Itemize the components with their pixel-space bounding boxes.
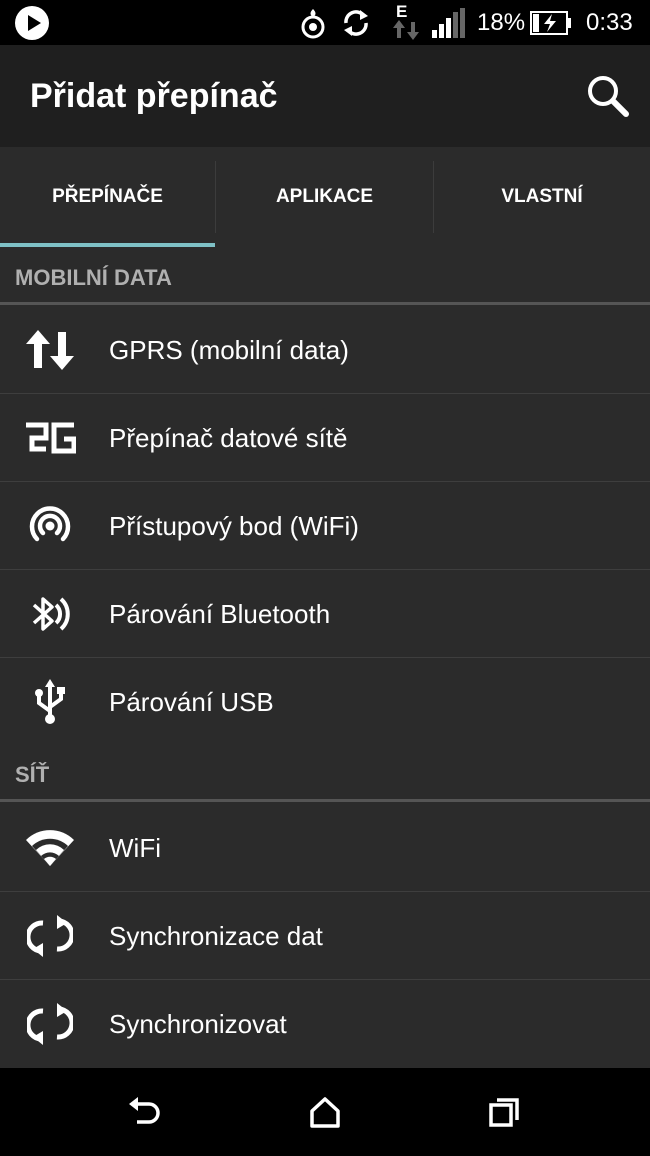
battery-percent: 18% <box>477 8 526 36</box>
selected-tab-indicator <box>0 243 215 247</box>
section-divider <box>0 799 650 802</box>
clock: 0:33 <box>586 8 633 36</box>
recents-icon <box>489 1098 519 1127</box>
list-item-gprs[interactable]: GPRS (mobilní data) <box>0 306 650 394</box>
list-item-label: Synchronizace dat <box>109 921 323 951</box>
recents-button[interactable] <box>481 1088 529 1136</box>
bluetooth-tethering-icon <box>22 590 78 638</box>
tab-label: PŘEPÍNAČE <box>52 186 163 207</box>
list-item-bluetooth-tethering[interactable]: Párování Bluetooth <box>0 570 650 658</box>
data-arrows-icon <box>22 326 78 374</box>
signal-icon <box>432 0 468 45</box>
home-button[interactable] <box>301 1088 349 1136</box>
list-item-label: Přepínač datové sítě <box>109 423 348 453</box>
list-item-label: GPRS (mobilní data) <box>109 335 349 365</box>
2g-icon <box>22 414 78 462</box>
section-title: MOBILNÍ DATA <box>15 265 172 290</box>
battery-charging-icon <box>530 0 572 45</box>
tab-label: APLIKACE <box>275 186 374 207</box>
navigation-bar <box>0 1068 650 1156</box>
back-button[interactable] <box>121 1088 169 1136</box>
list-item-usb[interactable]: Párování USB <box>0 658 650 746</box>
back-icon <box>129 1097 160 1124</box>
notification-icon <box>300 0 326 45</box>
list-item-label: Synchronizovat <box>109 1009 287 1039</box>
wifi-icon <box>22 824 78 872</box>
section-header-mobile-data: MOBILNÍ DATA <box>0 250 650 305</box>
search-icon <box>588 76 629 117</box>
list-item-label: Párování USB <box>109 687 274 717</box>
list-item-label: Párování Bluetooth <box>109 599 331 629</box>
usb-icon <box>22 678 78 726</box>
list-item-label: Přístupový bod (WiFi) <box>109 511 359 541</box>
sync-icon <box>22 1000 78 1048</box>
tab-vlastni[interactable]: VLASTNÍ <box>434 147 650 247</box>
tab-aplikace[interactable]: APLIKACE <box>216 147 433 247</box>
home-icon <box>310 1097 340 1128</box>
search-button[interactable] <box>584 72 632 120</box>
page-title: Přidat přepínač <box>30 77 278 115</box>
list-item-data-sync[interactable]: Synchronizace dat <box>0 892 650 980</box>
sync-icon <box>22 912 78 960</box>
list-item-hotspot[interactable]: Přístupový bod (WiFi) <box>0 482 650 570</box>
status-bar: E 18% 0:33 <box>0 0 650 45</box>
app-bar: Přidat přepínač <box>0 45 650 147</box>
network-type-indicator: E <box>390 0 420 45</box>
list-item-label: WiFi <box>109 833 161 863</box>
tab-bar: PŘEPÍNAČE APLIKACE VLASTNÍ <box>0 147 650 247</box>
list-item-wifi[interactable]: WiFi <box>0 804 650 892</box>
section-title: SÍŤ <box>15 762 50 787</box>
list-item-data-network[interactable]: Přepínač datové sítě <box>0 394 650 482</box>
tab-prepinace[interactable]: PŘEPÍNAČE <box>0 147 215 247</box>
list-item-sync[interactable]: Synchronizovat <box>0 980 650 1068</box>
section-divider <box>0 302 650 305</box>
sync-status-icon <box>340 0 372 45</box>
section-header-network: SÍŤ <box>0 747 650 802</box>
hotspot-icon <box>22 502 78 550</box>
network-type-label: E <box>396 2 408 21</box>
play-store-icon <box>14 0 50 45</box>
tab-label: VLASTNÍ <box>501 186 583 207</box>
